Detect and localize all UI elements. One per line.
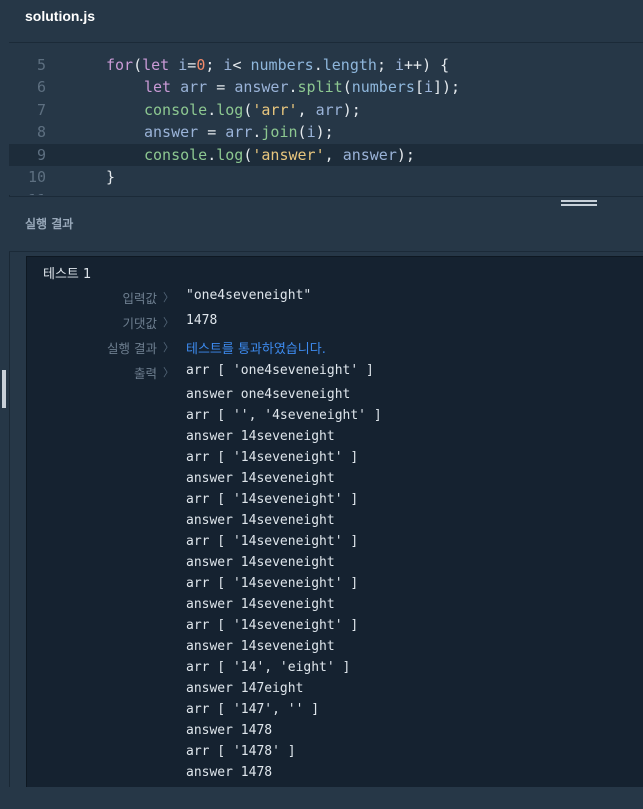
output-line: answer 14seveneight (186, 639, 335, 654)
output-line: arr [ '14seveneight' ] (186, 618, 359, 633)
line-number: 11 (9, 189, 46, 196)
output-line: answer 1478 (186, 765, 273, 780)
result-row-label: 실행 결과 (107, 341, 157, 356)
result-header: 실행 결과 (9, 196, 643, 252)
line-number: 7 (36, 100, 46, 119)
result-status-pass: 테스트를 통과하였습니다. (186, 342, 326, 357)
result-row-label: 기댓값 (122, 316, 157, 331)
output-line: arr [ '14seveneight' ] (186, 450, 359, 465)
result-row-value: arr [ 'one4seveneight' ] (186, 363, 374, 378)
result-console: 테스트 1 입력값 〉 "one4seveneight" 기댓값 〉 1478 실행 결과 〉… (26, 256, 643, 788)
file-tab-title[interactable]: solution.js (25, 8, 95, 24)
output-line: arr [ '1478' ] (186, 744, 296, 759)
output-line: arr [ '14seveneight' ] (186, 534, 359, 549)
result-row-label: 입력값 (122, 291, 157, 306)
output-line: answer 1478 (186, 723, 273, 738)
line-number: 9 (36, 145, 46, 164)
code-text: for(let i=0; i< numbers.length; i++) { (106, 55, 450, 74)
output-line: answer 14seveneight (186, 597, 335, 612)
code-line[interactable]: 6 let arr = answer.split(numbers[i]); (9, 76, 643, 99)
output-line: arr [ '147', '' ] (186, 702, 320, 717)
output-line: arr [ '', '4seveneight' ] (186, 408, 382, 423)
code-text: } (106, 168, 116, 186)
chevron-right-icon: 〉 (163, 341, 174, 354)
output-line: answer 147eight (186, 681, 304, 696)
result-header-title: 실행 결과 (25, 217, 74, 231)
line-number: 10 (27, 168, 46, 186)
code-line[interactable]: 11 (9, 189, 643, 196)
code-line[interactable]: 7 console.log('arr', arr); (9, 99, 643, 122)
output-line: answer 14seveneight (186, 555, 335, 570)
result-row-label: 출력 (133, 366, 157, 381)
code-text: console.log('arr', arr); (144, 100, 361, 119)
output-line: arr [ '14seveneight' ] (186, 492, 359, 507)
panel-resize-grip-icon[interactable] (2, 370, 6, 408)
splitter-handle-icon[interactable] (561, 200, 597, 210)
result-row-value: "one4seveneight" (186, 288, 312, 303)
code-editor[interactable]: 5 for(let i=0; i< numbers.length; i++) { 6… (9, 43, 643, 195)
test-case-title: 테스트 1 (43, 267, 92, 282)
output-line: answer 14seveneight (186, 429, 335, 444)
code-line[interactable]: 8 answer = arr.join(i); (9, 121, 643, 144)
output-line: arr [ '14', 'eight' ] (186, 660, 351, 675)
chevron-right-icon: 〉 (163, 316, 174, 329)
code-text: answer = arr.join(i); (144, 123, 334, 141)
line-number: 6 (36, 78, 46, 96)
output-line: arr [ '14seveneight' ] (186, 576, 359, 591)
line-number: 5 (36, 55, 46, 74)
file-tab-bar: solution.js (9, 0, 643, 43)
code-text: console.log('answer', answer); (144, 145, 415, 164)
bottom-bar (9, 787, 643, 809)
result-row-value: 1478 (186, 313, 218, 328)
code-line[interactable]: 5 for(let i=0; i< numbers.length; i++) { (9, 54, 643, 77)
code-text: let arr = answer.split(numbers[i]); (144, 78, 461, 96)
code-line[interactable]: 9 console.log('answer', answer); (9, 143, 643, 166)
chevron-right-icon: 〉 (163, 291, 174, 304)
app-window: solution.js 5 for(let i=0; i< numbers.len… (0, 0, 643, 809)
output-line: answer 14seveneight (186, 513, 335, 528)
line-number: 8 (36, 123, 46, 141)
code-line[interactable]: 10} (9, 166, 643, 189)
output-line: answer 14seveneight (186, 471, 335, 486)
chevron-right-icon: 〉 (163, 366, 174, 379)
output-line: answer one4seveneight (186, 387, 351, 402)
